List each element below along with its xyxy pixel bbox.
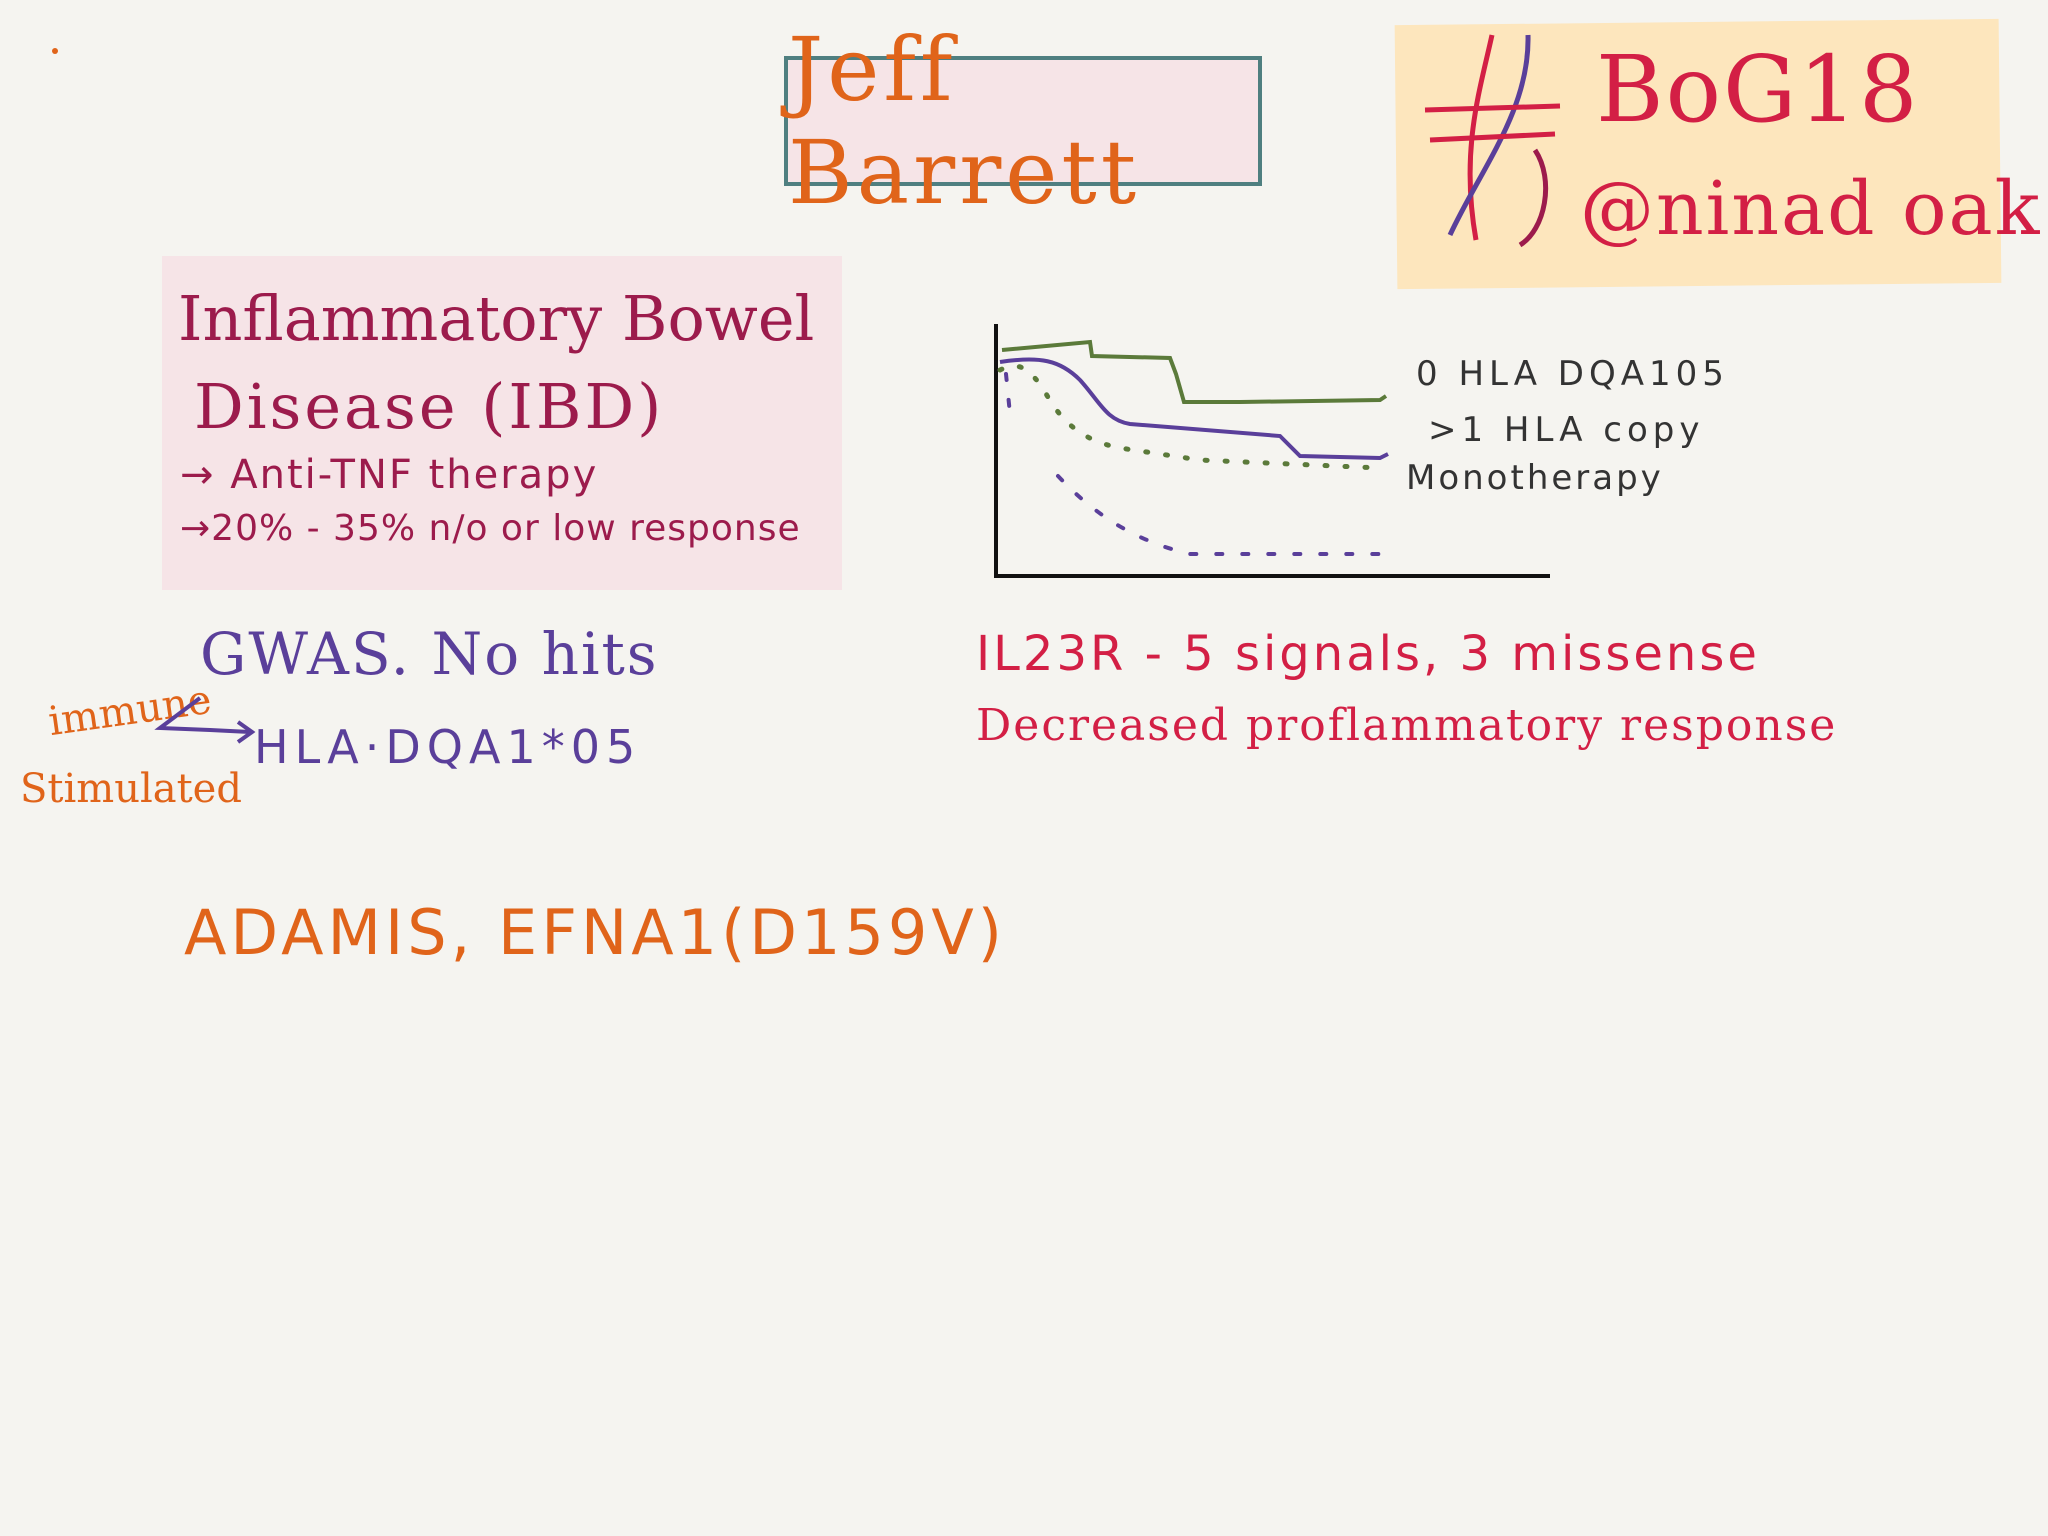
curve-purple [999, 357, 1389, 461]
stimulated-note: Stimulated [20, 766, 242, 812]
ibd-bullet-therapy: → Anti-TNF therapy [180, 452, 599, 498]
hashtag-text: BoG18 [1596, 36, 1920, 143]
ibd-title-line1: Inflammatory Bowel [178, 282, 815, 355]
gwas-headline: GWAS. No hits [200, 620, 659, 688]
arrow-split-icon [154, 696, 256, 744]
hla-gene: HLA·DQA1*05 [254, 720, 642, 774]
twitter-handle: @ninad oak [1580, 166, 2042, 252]
legend-monotherapy: Monotherapy [1406, 458, 1664, 498]
speaker-name: Jeff Barrett [788, 18, 1141, 224]
il23r-response: Decreased proflammatory response [976, 700, 1838, 751]
gene-list: ADAMIS, EFNA1(D159V) [184, 896, 1006, 969]
title-box: Jeff Barrett [784, 18, 1262, 224]
hash-icon [1424, 34, 1561, 248]
ibd-title-line2: Disease (IBD) [194, 370, 665, 443]
curve-green [1001, 339, 1388, 404]
survival-sketch [994, 324, 1550, 578]
legend-0-hla: 0 HLA DQA105 [1416, 354, 1729, 394]
legend-1-hla: >1 HLA copy [1428, 410, 1705, 450]
curve-dotted-green [997, 363, 1383, 471]
ibd-bullet-response: →20% - 35% n/o or low response [180, 508, 801, 549]
il23r-signals: IL23R - 5 signals, 3 missense [976, 626, 1760, 682]
dot-mark [52, 48, 58, 54]
